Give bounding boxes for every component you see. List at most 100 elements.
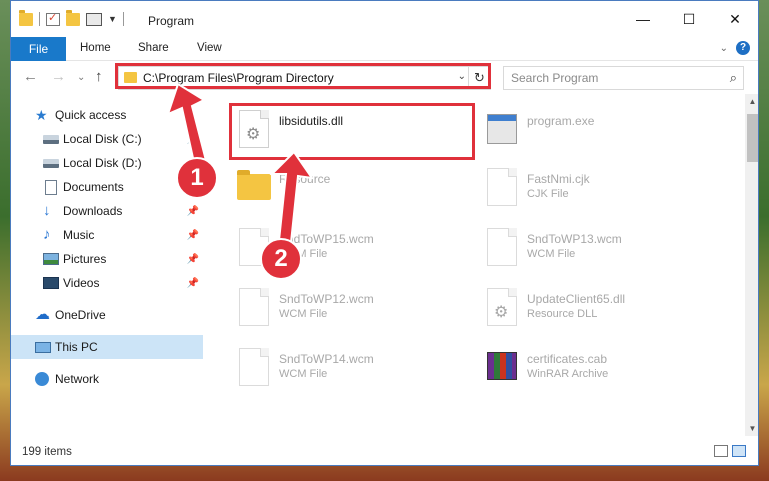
back-icon[interactable]: ← — [23, 68, 38, 85]
search-placeholder: Search Program — [511, 71, 599, 85]
help-icon[interactable]: ? — [736, 41, 750, 55]
disk-icon — [43, 135, 59, 144]
ribbon-right: ⌄ ? — [720, 41, 750, 55]
pc-icon — [35, 342, 51, 353]
file-item-sndtowp14[interactable]: SndToWP14.wcm WCM File — [233, 340, 473, 396]
expand-ribbon-icon[interactable]: ⌄ — [720, 43, 728, 54]
folder-icon — [19, 9, 33, 26]
recent-chevron-icon[interactable]: ⌄ — [77, 72, 85, 83]
separator — [39, 12, 40, 26]
file-type: Resource DLL — [527, 308, 598, 320]
exe-file-icon — [487, 114, 517, 144]
sidebar-item-label: Videos — [63, 276, 100, 290]
quick-access-toolbar: ▼ — [19, 9, 124, 26]
tab-share[interactable]: Share — [138, 42, 169, 54]
file-type: WinRAR Archive — [527, 368, 609, 380]
file-name: SndToWP13.wcm — [527, 232, 622, 246]
scroll-up-icon[interactable]: ▲ — [745, 94, 758, 109]
file-name: UpdateClient65.dll — [527, 292, 626, 306]
downloads-icon: ↓ — [43, 202, 51, 219]
sidebar-item-pictures[interactable]: Pictures 📌 — [11, 247, 203, 271]
details-view-icon[interactable] — [714, 445, 728, 457]
file-name: FastNmi.cjk — [527, 172, 590, 186]
search-icon: ⌕ — [729, 70, 737, 85]
tab-view[interactable]: View — [197, 42, 222, 54]
properties-check-icon[interactable] — [46, 11, 60, 26]
file-type: WCM File — [527, 248, 576, 260]
music-icon: ♪ — [43, 226, 51, 243]
sidebar-item-label: Local Disk (D:) — [63, 156, 142, 170]
maximize-button[interactable]: ☐ — [666, 1, 712, 37]
sidebar-item-label: Local Disk (C:) — [63, 132, 142, 146]
sidebar-item-music[interactable]: ♪ Music 📌 — [11, 223, 203, 247]
file-icon — [239, 348, 269, 386]
file-name: SndToWP12.wcm — [279, 292, 374, 306]
pin-icon[interactable]: 📌 — [187, 206, 199, 217]
forward-icon[interactable]: → — [51, 68, 66, 85]
videos-icon — [43, 277, 59, 289]
file-item-sndtowp12[interactable]: SndToWP12.wcm WCM File — [233, 280, 473, 336]
up-icon[interactable]: ↑ — [95, 68, 103, 85]
sidebar-item-label: Network — [55, 372, 100, 386]
search-input[interactable]: Search Program ⌕ — [503, 66, 744, 90]
minimize-button[interactable]: — — [620, 1, 666, 37]
sidebar-item-label: OneDrive — [55, 308, 106, 322]
file-type: WCM File — [279, 368, 328, 380]
file-icon — [487, 168, 517, 206]
sidebar-item-this-pc[interactable]: This PC — [11, 335, 203, 359]
sidebar-item-label: Quick access — [55, 108, 127, 122]
item-count: 199 items — [22, 446, 72, 458]
file-item-updateclient65[interactable]: ⚙ UpdateClient65.dll Resource DLL — [481, 280, 721, 336]
file-item-program-exe[interactable]: program.exe — [481, 102, 721, 158]
new-folder-icon[interactable] — [66, 9, 80, 26]
scroll-down-icon[interactable]: ▼ — [745, 421, 758, 436]
window-controls: — ☐ ✕ — [620, 1, 758, 37]
gear-icon: ⚙ — [494, 304, 509, 321]
sidebar-item-onedrive[interactable]: ☁ OneDrive — [11, 303, 203, 327]
sidebar-item-downloads[interactable]: ↓ Downloads 📌 — [11, 199, 203, 223]
step-2-badge: 2 — [260, 238, 302, 280]
sidebar-item-label: Pictures — [63, 252, 107, 266]
sidebar-item-label: Downloads — [63, 204, 123, 218]
file-name: SndToWP14.wcm — [279, 352, 374, 366]
vertical-scrollbar[interactable]: ▲ ▼ — [745, 94, 758, 436]
file-type: WCM File — [279, 308, 328, 320]
file-item-certificates[interactable]: certificates.cab WinRAR Archive — [481, 340, 721, 396]
disk-icon — [43, 159, 59, 168]
onedrive-icon: ☁ — [35, 306, 50, 323]
network-icon — [35, 372, 49, 386]
window-title: Program — [148, 14, 195, 28]
file-icon — [239, 288, 269, 326]
tab-home[interactable]: Home — [80, 42, 111, 54]
documents-icon — [45, 180, 57, 195]
tab-file[interactable]: File — [11, 37, 66, 61]
file-icon — [487, 228, 517, 266]
pin-icon[interactable]: 📌 — [187, 230, 199, 241]
separator — [122, 12, 124, 26]
ribbon-tabs: File Home Share View ⌄ ? — [11, 37, 758, 61]
sidebar-item-network[interactable]: Network — [11, 367, 203, 391]
winrar-archive-icon — [487, 352, 517, 380]
pictures-icon — [43, 253, 59, 265]
large-icons-view-icon[interactable] — [732, 445, 746, 457]
arrow-2-shape — [269, 150, 315, 254]
chevron-down-icon[interactable]: ▼ — [108, 14, 117, 24]
explorer-window: ▼ Program — ☐ ✕ File Home Share View ⌄ ?… — [10, 0, 759, 466]
sidebar-item-label: Documents — [63, 180, 124, 194]
step-1-badge: 1 — [176, 157, 218, 199]
properties-icon[interactable] — [86, 12, 102, 26]
status-bar: 199 items — [11, 437, 758, 465]
sidebar-item-label: Music — [63, 228, 95, 242]
scroll-thumb[interactable] — [747, 114, 758, 162]
star-icon: ★ — [35, 107, 48, 123]
file-name: certificates.cab — [527, 352, 608, 366]
file-item-fastnmi[interactable]: FastNmi.cjk CJK File — [481, 160, 721, 216]
pin-icon[interactable]: 📌 — [187, 254, 199, 265]
file-item-sndtowp13[interactable]: SndToWP13.wcm WCM File — [481, 220, 721, 276]
sidebar-item-label: This PC — [55, 340, 98, 354]
pin-icon[interactable]: 📌 — [187, 278, 199, 289]
view-switcher — [714, 445, 746, 457]
sidebar-item-videos[interactable]: Videos 📌 — [11, 271, 203, 295]
dll-file-icon: ⚙ — [487, 288, 517, 326]
close-button[interactable]: ✕ — [712, 1, 758, 37]
